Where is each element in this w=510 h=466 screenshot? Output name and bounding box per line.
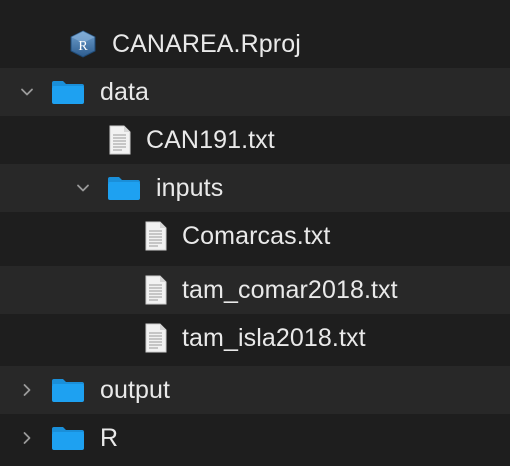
item-name: CANAREA.Rproj [112,29,301,58]
item-name: output [100,375,171,404]
text-file-icon [144,275,168,305]
chevron-down-icon[interactable] [18,83,36,101]
item-name: R [100,423,119,452]
item-name: inputs [156,173,224,202]
list-item-data-folder[interactable]: data [0,68,510,116]
chevron-right-icon[interactable] [18,381,36,399]
chevron-down-icon[interactable] [74,179,92,197]
item-name: tam_comar2018.txt [182,275,398,304]
r-project-icon: R [68,29,98,59]
list-item-can191-txt[interactable]: CAN191.txt [0,116,510,164]
svg-text:R: R [78,39,88,54]
list-item-comarcas-txt[interactable]: Comarcas.txt [0,212,510,260]
item-name: tam_isla2018.txt [182,323,366,352]
item-name: CAN191.txt [146,125,275,154]
folder-icon [50,424,86,452]
item-name: Comarcas.txt [182,221,331,250]
list-item-inputs-folder[interactable]: inputs [0,164,510,212]
folder-icon [50,376,86,404]
text-file-icon [144,323,168,353]
list-item-canarea-rproj[interactable]: R CANAREA.Rproj [0,20,510,68]
list-item-output-folder[interactable]: output [0,366,510,414]
text-file-icon [144,221,168,251]
folder-icon [106,174,142,202]
finder-list-view: R CANAREA.Rproj data CAN191.txt inputs C… [0,0,510,466]
list-item-tam-isla2018-txt[interactable]: tam_isla2018.txt [0,314,510,362]
list-item-r-folder[interactable]: R [0,414,510,462]
text-file-icon [108,125,132,155]
folder-icon [50,78,86,106]
chevron-right-icon[interactable] [18,429,36,447]
item-name: data [100,77,150,106]
list-item-tam-comar2018-txt[interactable]: tam_comar2018.txt [0,266,510,314]
